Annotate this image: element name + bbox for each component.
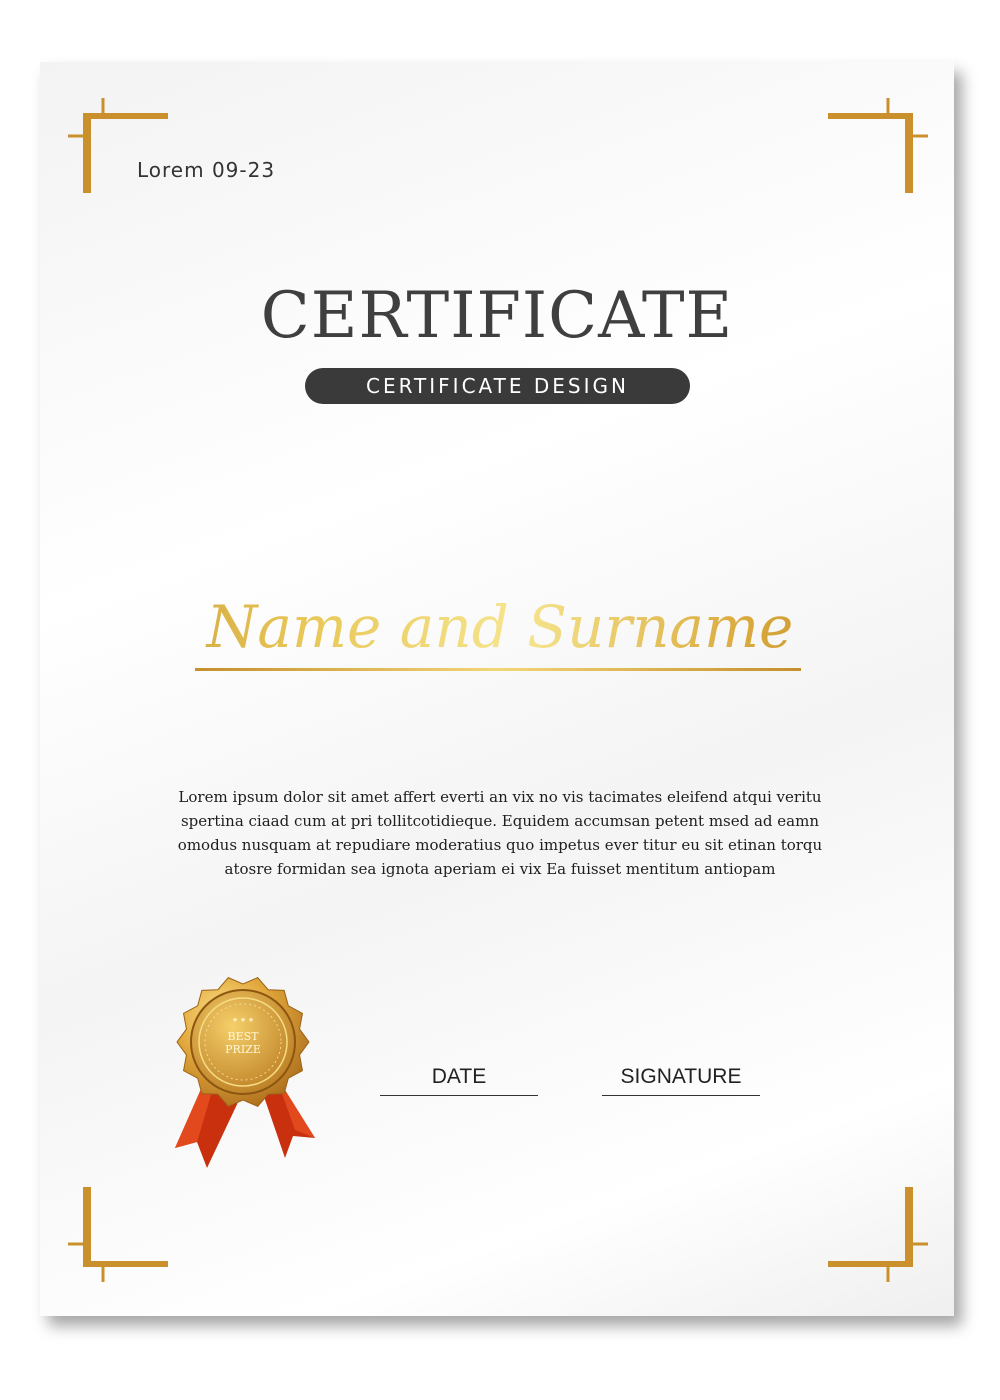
certificate-body: Lorem ipsum dolor sit amet affert everti… xyxy=(160,785,840,881)
certificate-title: CERTIFICATE xyxy=(260,279,734,353)
signature-field[interactable]: SIGNATURE xyxy=(602,1062,760,1096)
certificate-subtitle-badge: CERTIFICATE DESIGN xyxy=(305,368,690,404)
svg-text:★ ★ ★: ★ ★ ★ xyxy=(232,1016,254,1024)
recipient-name: Name and Surname xyxy=(0,585,1000,669)
date-label: DATE xyxy=(431,1065,487,1088)
date-field[interactable]: DATE xyxy=(380,1062,538,1096)
signature-line xyxy=(602,1095,760,1096)
name-underline xyxy=(195,668,801,671)
seal-text-line2: PRIZE xyxy=(225,1043,261,1056)
certificate-date-code: Lorem 09-23 xyxy=(137,158,276,182)
body-line: omodus nusquam at repudiare moderatius q… xyxy=(177,836,823,854)
body-line: spertina ciaad cum at pri tollitcotidieq… xyxy=(180,812,820,830)
award-medal-icon: BEST PRIZE ★ ★ ★ xyxy=(175,977,315,1168)
body-line: atosre formidan sea ignota aperiam ei vi… xyxy=(224,860,776,878)
body-line: Lorem ipsum dolor sit amet affert everti… xyxy=(178,788,822,806)
certificate-subtitle: CERTIFICATE DESIGN xyxy=(366,374,629,398)
seal-text-line1: BEST xyxy=(228,1030,260,1043)
signature-label: SIGNATURE xyxy=(620,1065,742,1088)
date-line xyxy=(380,1095,538,1096)
